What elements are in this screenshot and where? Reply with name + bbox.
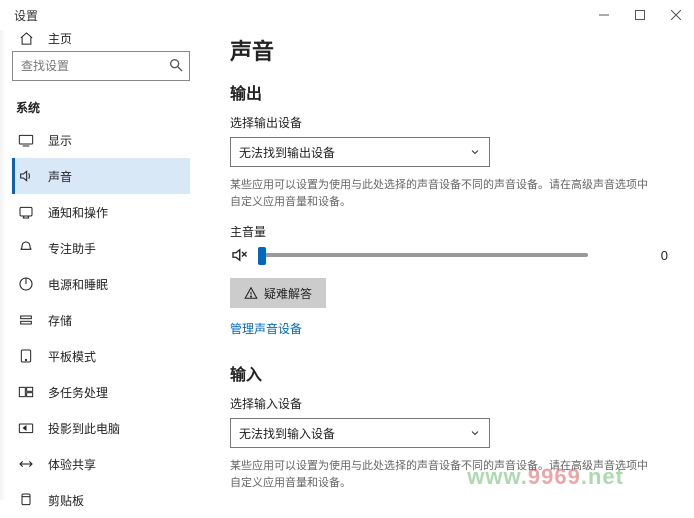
nav-icon (18, 492, 34, 508)
nav-icon (18, 240, 34, 256)
nav-icon (18, 168, 34, 184)
output-troubleshoot-button[interactable]: 疑难解答 (230, 278, 326, 308)
sidebar-item-10[interactable]: 剪贴板 (12, 482, 200, 518)
sidebar-item-label: 剪贴板 (48, 492, 84, 509)
output-description: 某些应用可以设置为使用与此处选择的声音设备不同的声音设备。请在高级声音选项中自定… (230, 177, 650, 211)
left-edge-shadow (0, 30, 6, 500)
search-icon (168, 57, 184, 73)
nav-icon (18, 420, 34, 436)
output-device-label: 选择输出设备 (230, 114, 668, 131)
sidebar: 主页 系统 显示声音通知和操作专注助手电源和睡眠存储平板模式多任务处理投影到此电… (0, 30, 200, 500)
main-content: 声音 输出 选择输出设备 无法找到输出设备 某些应用可以设置为使用与此处选择的声… (200, 30, 694, 500)
sidebar-item-label: 平板模式 (48, 348, 96, 365)
chevron-down-icon (469, 427, 481, 439)
window-title: 设置 (14, 7, 38, 24)
nav-icon (18, 384, 34, 400)
nav-icon (18, 456, 34, 472)
sidebar-item-label: 多任务处理 (48, 384, 108, 401)
sidebar-item-label: 专注助手 (48, 240, 96, 257)
nav-icon (18, 348, 34, 364)
sidebar-item-label: 体验共享 (48, 456, 96, 473)
sidebar-item-6[interactable]: 平板模式 (12, 338, 200, 374)
close-button[interactable] (658, 0, 694, 30)
output-troubleshoot-label: 疑难解答 (264, 285, 312, 302)
sidebar-item-1[interactable]: 声音 (12, 158, 190, 194)
warning-icon (244, 286, 258, 300)
sidebar-item-8[interactable]: 投影到此电脑 (12, 410, 200, 446)
input-description: 某些应用可以设置为使用与此处选择的声音设备不同的声音设备。请在高级声音选项中自定… (230, 458, 650, 492)
master-volume-row: 0 (230, 246, 668, 264)
sidebar-item-3[interactable]: 专注助手 (12, 230, 200, 266)
master-volume-slider[interactable] (258, 253, 588, 257)
nav-icon (18, 276, 34, 292)
sidebar-item-label: 投影到此电脑 (48, 420, 120, 437)
home-icon (18, 31, 34, 47)
output-device-value: 无法找到输出设备 (239, 144, 335, 161)
sidebar-item-4[interactable]: 电源和睡眠 (12, 266, 200, 302)
input-device-combo[interactable]: 无法找到输入设备 (230, 418, 490, 448)
sidebar-item-label: 存储 (48, 312, 72, 329)
input-device-value: 无法找到输入设备 (239, 425, 335, 442)
nav-icon (18, 312, 34, 328)
search-wrap (12, 51, 190, 81)
nav-group-label: 系统 (16, 99, 200, 116)
sidebar-item-5[interactable]: 存储 (12, 302, 200, 338)
page-title: 声音 (230, 34, 668, 66)
master-volume-value: 0 (661, 248, 668, 263)
sidebar-item-label: 电源和睡眠 (48, 276, 108, 293)
nav-list: 显示声音通知和操作专注助手电源和睡眠存储平板模式多任务处理投影到此电脑体验共享剪… (12, 122, 200, 518)
sidebar-item-label: 通知和操作 (48, 204, 108, 221)
master-volume-label: 主音量 (230, 223, 668, 240)
home-label: 主页 (48, 30, 72, 47)
output-device-combo[interactable]: 无法找到输出设备 (230, 137, 490, 167)
home-nav[interactable]: 主页 (12, 30, 200, 47)
manage-sound-devices-link[interactable]: 管理声音设备 (230, 320, 302, 337)
sidebar-item-2[interactable]: 通知和操作 (12, 194, 200, 230)
nav-icon (18, 204, 34, 220)
input-heading: 输入 (230, 361, 668, 385)
sidebar-item-0[interactable]: 显示 (12, 122, 200, 158)
chevron-down-icon (469, 146, 481, 158)
input-device-label: 选择输入设备 (230, 395, 668, 412)
maximize-button[interactable] (622, 0, 658, 30)
search-input[interactable] (12, 51, 190, 81)
sidebar-item-7[interactable]: 多任务处理 (12, 374, 200, 410)
minimize-button[interactable] (586, 0, 622, 30)
nav-icon (18, 132, 34, 148)
slider-thumb[interactable] (258, 247, 266, 265)
window-buttons (586, 0, 694, 30)
sidebar-item-label: 声音 (48, 168, 72, 185)
sidebar-item-9[interactable]: 体验共享 (12, 446, 200, 482)
sidebar-item-label: 显示 (48, 132, 72, 149)
speaker-muted-icon[interactable] (230, 246, 248, 264)
titlebar: 设置 (0, 0, 694, 30)
output-heading: 输出 (230, 80, 668, 104)
